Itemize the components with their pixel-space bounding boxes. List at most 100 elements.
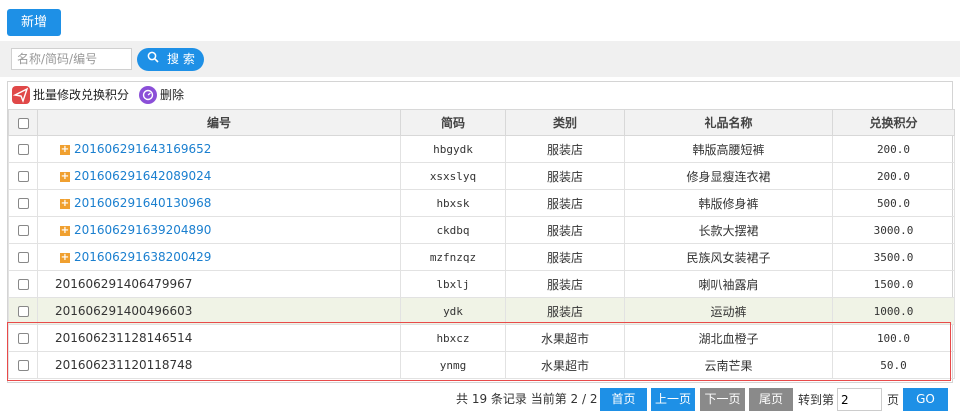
cell-id[interactable]: +201606291642089024 — [37, 162, 401, 190]
cell-category: 服装店 — [505, 270, 625, 298]
cell-category: 水果超市 — [505, 324, 625, 352]
row-checkbox[interactable] — [17, 360, 29, 371]
cell-id: 201606231120118748 — [37, 351, 401, 379]
add-button[interactable]: 新增 — [7, 9, 61, 36]
row-select-cell[interactable] — [8, 216, 38, 244]
paper-plane-icon — [12, 85, 30, 104]
delete-icon — [139, 85, 157, 104]
row-select-cell[interactable] — [8, 270, 38, 298]
table-row[interactable]: 201606231128146514 hbxcz 水果超市 湖北血橙子 100.0 — [8, 324, 955, 352]
cell-points: 3500.0 — [832, 243, 955, 271]
table-row[interactable]: +201606291642089024 xsxslyq 服装店 修身显瘦连衣裙 200.… — [8, 162, 955, 190]
goto-label: 转到第 — [798, 393, 835, 407]
cell-code: ckdbq — [400, 216, 506, 244]
row-select-cell[interactable] — [8, 297, 38, 325]
search-icon — [147, 48, 161, 71]
delete-button[interactable]: 删除 — [139, 85, 184, 106]
cell-category: 服装店 — [505, 162, 625, 190]
table-row[interactable]: +201606291640130968 hbxsk 服装店 韩版修身裤 500.0 — [8, 189, 955, 217]
cell-code: ydk — [400, 297, 506, 325]
row-select-cell[interactable] — [8, 162, 38, 190]
cell-code: hbgydk — [400, 135, 506, 163]
id-link[interactable]: 201606291643169652 — [74, 142, 211, 156]
cell-code: mzfnzqz — [400, 243, 506, 271]
cell-points: 3000.0 — [832, 216, 955, 244]
row-select-cell[interactable] — [8, 351, 38, 379]
last-page-button[interactable]: 尾页 — [749, 388, 793, 411]
expand-icon[interactable]: + — [60, 144, 70, 155]
search-button[interactable]: 搜 索 — [137, 48, 204, 71]
row-select-cell[interactable] — [8, 135, 38, 163]
expand-icon[interactable]: + — [60, 198, 70, 209]
column-header-category[interactable]: 类别 — [505, 109, 625, 136]
table-row[interactable]: 201606291406479967 lbxlj 服装店 喇叭袖露肩 1500.0 — [8, 270, 955, 298]
table-row[interactable]: +201606291638200429 mzfnzqz 服装店 民族风女装裙子 3500… — [8, 243, 955, 271]
table-row[interactable]: 201606231120118748 ynmg 水果超市 云南芒果 50.0 — [8, 351, 955, 379]
cell-id: 201606291406479967 — [37, 270, 401, 298]
select-all-cell[interactable] — [8, 109, 38, 136]
expand-icon[interactable]: + — [60, 171, 70, 182]
cell-code: hbxcz — [400, 324, 506, 352]
column-header-id[interactable]: 编号 — [37, 109, 401, 136]
cell-id[interactable]: +201606291639204890 — [37, 216, 401, 244]
id-link[interactable]: 201606291640130968 — [74, 196, 211, 210]
row-checkbox[interactable] — [17, 333, 29, 344]
cell-id[interactable]: +201606291640130968 — [37, 189, 401, 217]
cell-name: 民族风女装裙子 — [624, 243, 833, 271]
row-select-cell[interactable] — [8, 189, 38, 217]
cell-points: 200.0 — [832, 135, 955, 163]
search-button-label: 搜 索 — [167, 52, 195, 66]
cell-name: 云南芒果 — [624, 351, 833, 379]
cell-points: 1000.0 — [832, 297, 955, 325]
cell-name: 湖北血橙子 — [624, 324, 833, 352]
expand-icon[interactable]: + — [60, 252, 70, 263]
delete-label: 删除 — [160, 88, 185, 102]
pager-info: 共 19 条记录 当前第 2 / 2 页 — [456, 392, 614, 406]
cell-category: 服装店 — [505, 216, 625, 244]
row-checkbox[interactable] — [17, 225, 29, 236]
row-select-cell[interactable] — [8, 324, 38, 352]
cell-id[interactable]: +201606291643169652 — [37, 135, 401, 163]
table-row[interactable]: +201606291639204890 ckdbq 服装店 长款大摆裙 3000.0 — [8, 216, 955, 244]
cell-id[interactable]: +201606291638200429 — [37, 243, 401, 271]
page-suffix: 页 — [887, 393, 900, 407]
cell-category: 水果超市 — [505, 351, 625, 379]
id-link[interactable]: 201606291638200429 — [74, 250, 211, 264]
next-page-button[interactable]: 下一页 — [700, 388, 745, 411]
id-link[interactable]: 201606291642089024 — [74, 169, 211, 183]
row-checkbox[interactable] — [17, 198, 29, 209]
row-checkbox[interactable] — [17, 279, 29, 290]
table-row[interactable]: +201606291643169652 hbgydk 服装店 韩版高腰短裤 200.0 — [8, 135, 955, 163]
cell-name: 韩版修身裤 — [624, 189, 833, 217]
expand-icon[interactable]: + — [60, 225, 70, 236]
id-link[interactable]: 201606291639204890 — [74, 223, 211, 237]
column-header-points[interactable]: 兑换积分 — [832, 109, 955, 136]
cell-points: 100.0 — [832, 324, 955, 352]
gift-grid: 批量修改兑换积分 删除 编号 简码 类别 礼品名称 兑换积分 +20160629… — [7, 81, 955, 383]
row-select-cell[interactable] — [8, 243, 38, 271]
cell-code: hbxsk — [400, 189, 506, 217]
cell-points: 1500.0 — [832, 270, 955, 298]
search-bar: 搜 索 — [0, 41, 960, 77]
cell-name: 运动裤 — [624, 297, 833, 325]
table-row[interactable]: 201606291400496603 ydk 服装店 运动裤 1000.0 — [8, 297, 955, 325]
cell-id: 201606231128146514 — [37, 324, 401, 352]
row-checkbox[interactable] — [17, 144, 29, 155]
column-header-name[interactable]: 礼品名称 — [624, 109, 833, 136]
prev-page-button[interactable]: 上一页 — [651, 388, 695, 411]
table-header-row: 编号 简码 类别 礼品名称 兑换积分 — [8, 109, 955, 136]
first-page-button[interactable]: 首页 — [600, 388, 647, 411]
cell-category: 服装店 — [505, 135, 625, 163]
cell-name: 韩版高腰短裤 — [624, 135, 833, 163]
select-all-checkbox[interactable] — [17, 117, 29, 129]
column-header-code[interactable]: 简码 — [400, 109, 506, 136]
grid-toolbar: 批量修改兑换积分 删除 — [8, 82, 952, 109]
row-checkbox[interactable] — [17, 306, 29, 317]
row-checkbox[interactable] — [17, 171, 29, 182]
goto-page-input[interactable] — [837, 388, 882, 411]
search-input[interactable] — [11, 48, 132, 70]
row-checkbox[interactable] — [17, 252, 29, 263]
cell-name: 长款大摆裙 — [624, 216, 833, 244]
batch-edit-points-button[interactable]: 批量修改兑换积分 — [12, 85, 129, 106]
go-button[interactable]: GO — [903, 388, 948, 411]
